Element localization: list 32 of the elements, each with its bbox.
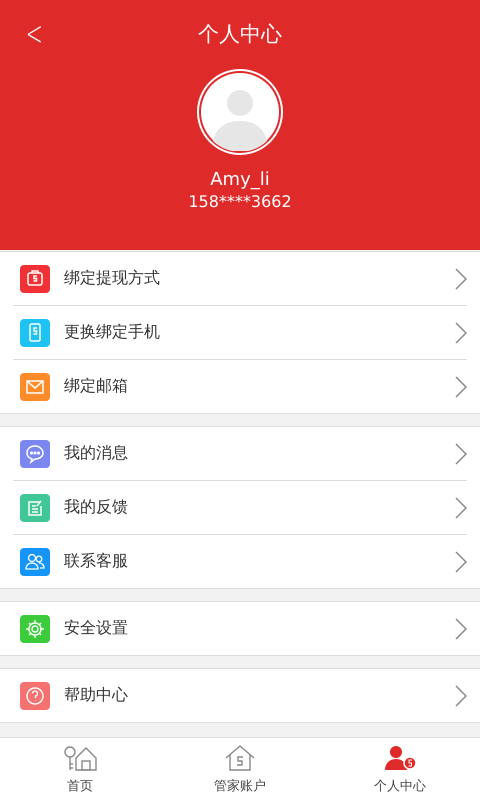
chevron-icon [455,550,467,572]
menu-label: 安全设置 [64,618,129,639]
menu-item[interactable]: 绑定邮箱 [13,360,467,413]
chevron-icon [455,618,467,640]
menu-item[interactable]: 联系客服 [13,535,467,588]
menu-label: 我的消息 [64,443,129,464]
chevron-icon [455,268,467,290]
menu-label: 联系客服 [64,551,129,572]
menu-item[interactable]: 我的消息 [13,427,467,481]
page-title: 个人中心 [198,21,282,48]
tab[interactable]: 首页 [0,738,160,800]
tab[interactable]: 管家账户 [160,738,320,800]
menu-item[interactable]: 我的反馈 [13,481,467,535]
menu-label: 绑定邮箱 [64,376,129,397]
avatar[interactable] [197,69,283,155]
menu-item[interactable]: 帮助中心 [13,669,467,722]
menu-item[interactable]: 更换绑定手机 [13,306,467,360]
menu-item[interactable]: 安全设置 [13,602,467,655]
menu-label: 我的反馈 [64,497,129,518]
menu-item[interactable]: 绑定提现方式 [13,252,467,306]
back-button[interactable]: < [22,14,46,54]
tab[interactable]: 个人中心 [320,738,480,800]
chevron-icon [455,496,467,518]
menu-label: 绑定提现方式 [64,268,161,289]
chevron-icon [455,322,467,344]
chevron-icon [455,684,467,706]
chevron-icon [455,442,467,464]
phone-number: 158****3662 [188,192,292,211]
menu-label: 帮助中心 [64,685,129,706]
username: Amy_li [210,169,270,190]
menu-label: 更换绑定手机 [64,322,161,343]
chevron-icon [455,376,467,398]
